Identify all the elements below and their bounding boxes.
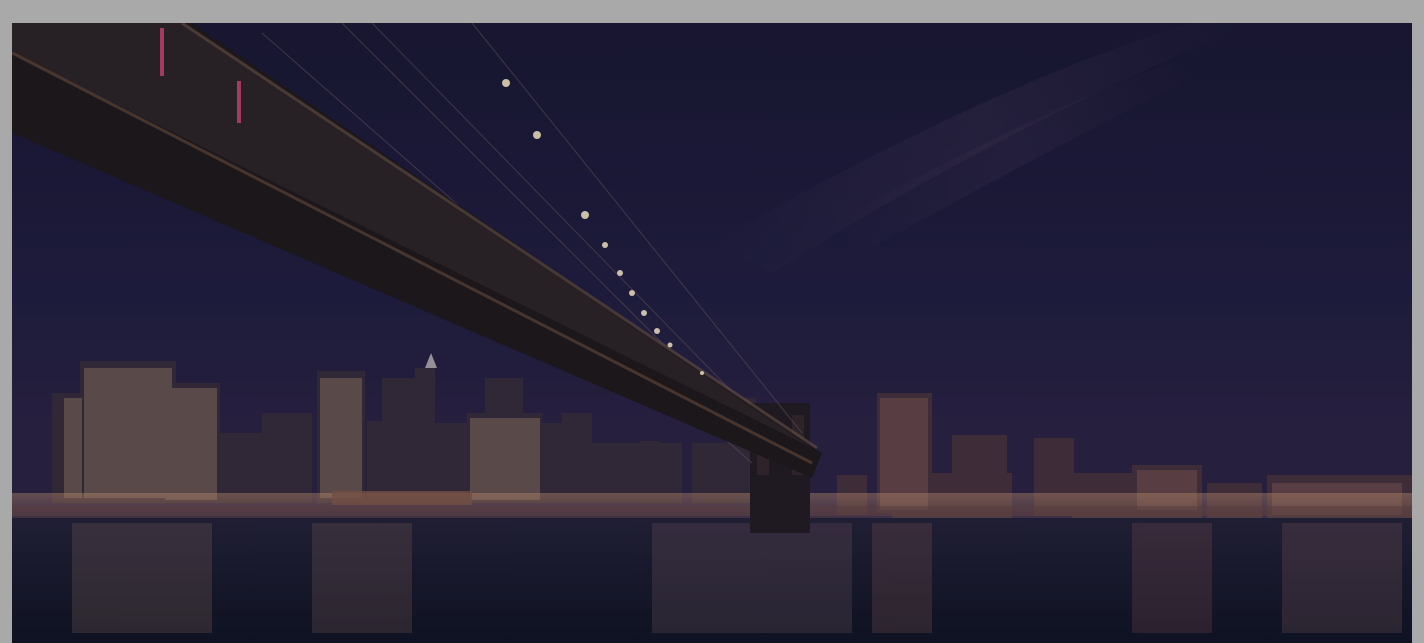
page-frame [0, 0, 1424, 643]
bridge-skyline-image [12, 23, 1412, 643]
dark-overlay [12, 23, 1412, 643]
hero-photo [12, 23, 1412, 643]
